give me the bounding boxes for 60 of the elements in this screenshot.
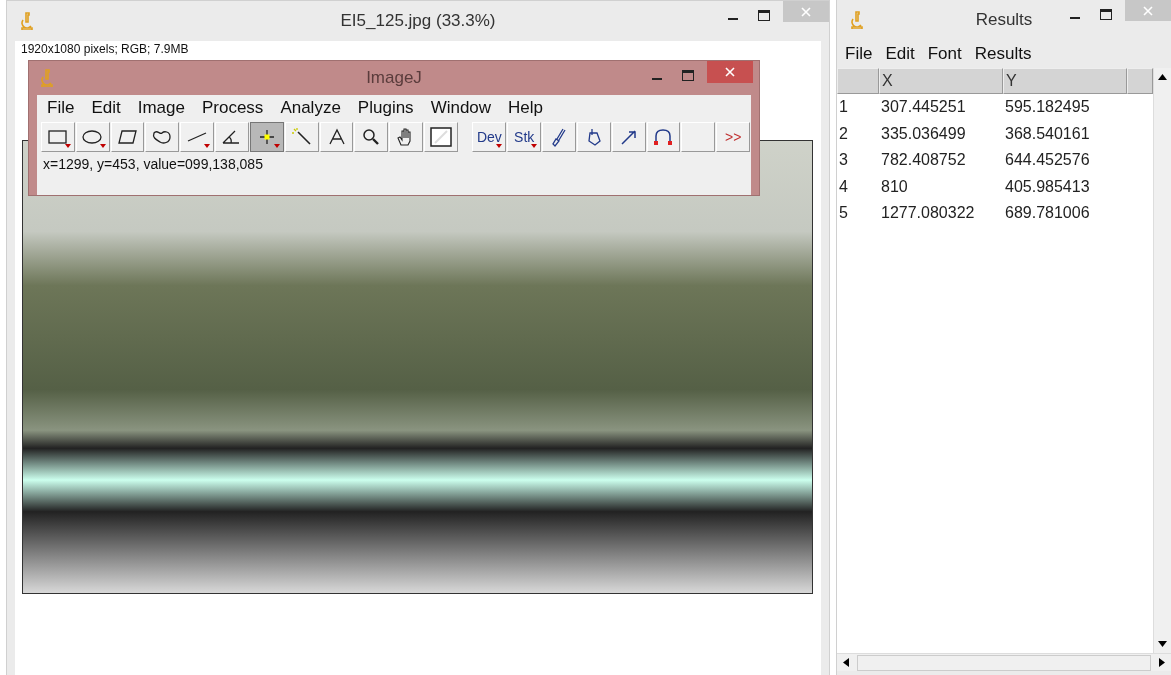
toolbar-button[interactable]: Stk	[507, 122, 542, 152]
table-cell-text: 595.182495	[1004, 98, 1091, 117]
table-cell-text: 335.036499	[880, 124, 967, 143]
close-icon	[725, 67, 735, 77]
dropdown-triangle-icon	[531, 144, 538, 148]
dropdown-triangle-icon	[99, 144, 106, 148]
table-cell-text: 810	[880, 177, 909, 196]
column-header[interactable]: Y	[1003, 68, 1127, 94]
microscope-icon	[41, 69, 53, 87]
table-cell-text: 5	[838, 204, 849, 223]
rect-tool-icon	[45, 127, 70, 147]
table-cell-text: 368.540161	[1004, 124, 1091, 143]
microscope-icon	[21, 12, 33, 30]
table-cell-text: 1	[838, 98, 849, 117]
menu-item[interactable]: Analyze	[280, 98, 358, 118]
horizontal-scrollbar[interactable]	[837, 653, 1171, 671]
dropdown-triangle-icon	[204, 144, 211, 148]
scroll-down-icon[interactable]	[1158, 641, 1167, 647]
vertical-scrollbar[interactable]	[1153, 68, 1171, 653]
dropdown-triangle-icon	[64, 144, 71, 148]
microscope-icon	[851, 11, 863, 29]
polygon-tool-icon	[115, 127, 140, 147]
toolbar-button[interactable]: >>	[716, 122, 751, 152]
menu-item[interactable]: Font	[927, 44, 975, 64]
table-cell-text: 2	[838, 124, 849, 143]
close-icon	[1143, 5, 1153, 16]
tool-button[interactable]	[249, 122, 284, 152]
scroll-left-icon[interactable]	[843, 658, 849, 667]
menu-item[interactable]: Process	[201, 98, 281, 118]
toolbar-button[interactable]: Dev	[472, 122, 507, 152]
image-info: 1920x1080 pixels; RGB; 7.9MB	[20, 41, 190, 58]
window-title: EI5_125.jpg (33.3%)	[340, 11, 496, 31]
table-cell-text: 405.985413	[1004, 177, 1091, 196]
table-cell-text: 644.452576	[1004, 151, 1091, 170]
menu-item[interactable]: Edit	[91, 98, 138, 118]
table-cell-text: 4	[838, 177, 849, 196]
dropper-tool-icon	[429, 127, 453, 147]
dropdown-triangle-icon	[273, 144, 280, 148]
menu-item[interactable]: File	[845, 44, 886, 64]
table-cell-text: 3	[838, 151, 849, 170]
close-button[interactable]	[707, 61, 753, 83]
column-header[interactable]: X	[879, 68, 1003, 94]
close-icon	[801, 6, 811, 17]
status-text: x=1299, y=453, value=099,138,085	[42, 155, 264, 174]
menu-item[interactable]: Edit	[885, 44, 928, 64]
table-cell-text: 689.781006	[1004, 204, 1091, 223]
menu-item[interactable]: Results	[974, 44, 1045, 64]
table-cell-text: 1277.080322	[880, 204, 976, 223]
menu-item[interactable]: File	[47, 98, 92, 118]
menu-item[interactable]: Plugins	[357, 98, 431, 118]
window-title: ImageJ	[366, 68, 422, 88]
dropdown-triangle-icon	[496, 144, 503, 148]
table-cell-text: 782.408752	[880, 151, 967, 170]
scroll-right-icon[interactable]	[1159, 658, 1165, 667]
table-cell-text: 307.445251	[880, 98, 967, 117]
menu-item[interactable]: Window	[430, 98, 509, 118]
scroll-up-icon[interactable]	[1158, 74, 1167, 80]
window-title: Results	[975, 10, 1033, 30]
menu-item[interactable]: Help	[508, 98, 561, 118]
menu-item[interactable]: Image	[137, 98, 202, 118]
